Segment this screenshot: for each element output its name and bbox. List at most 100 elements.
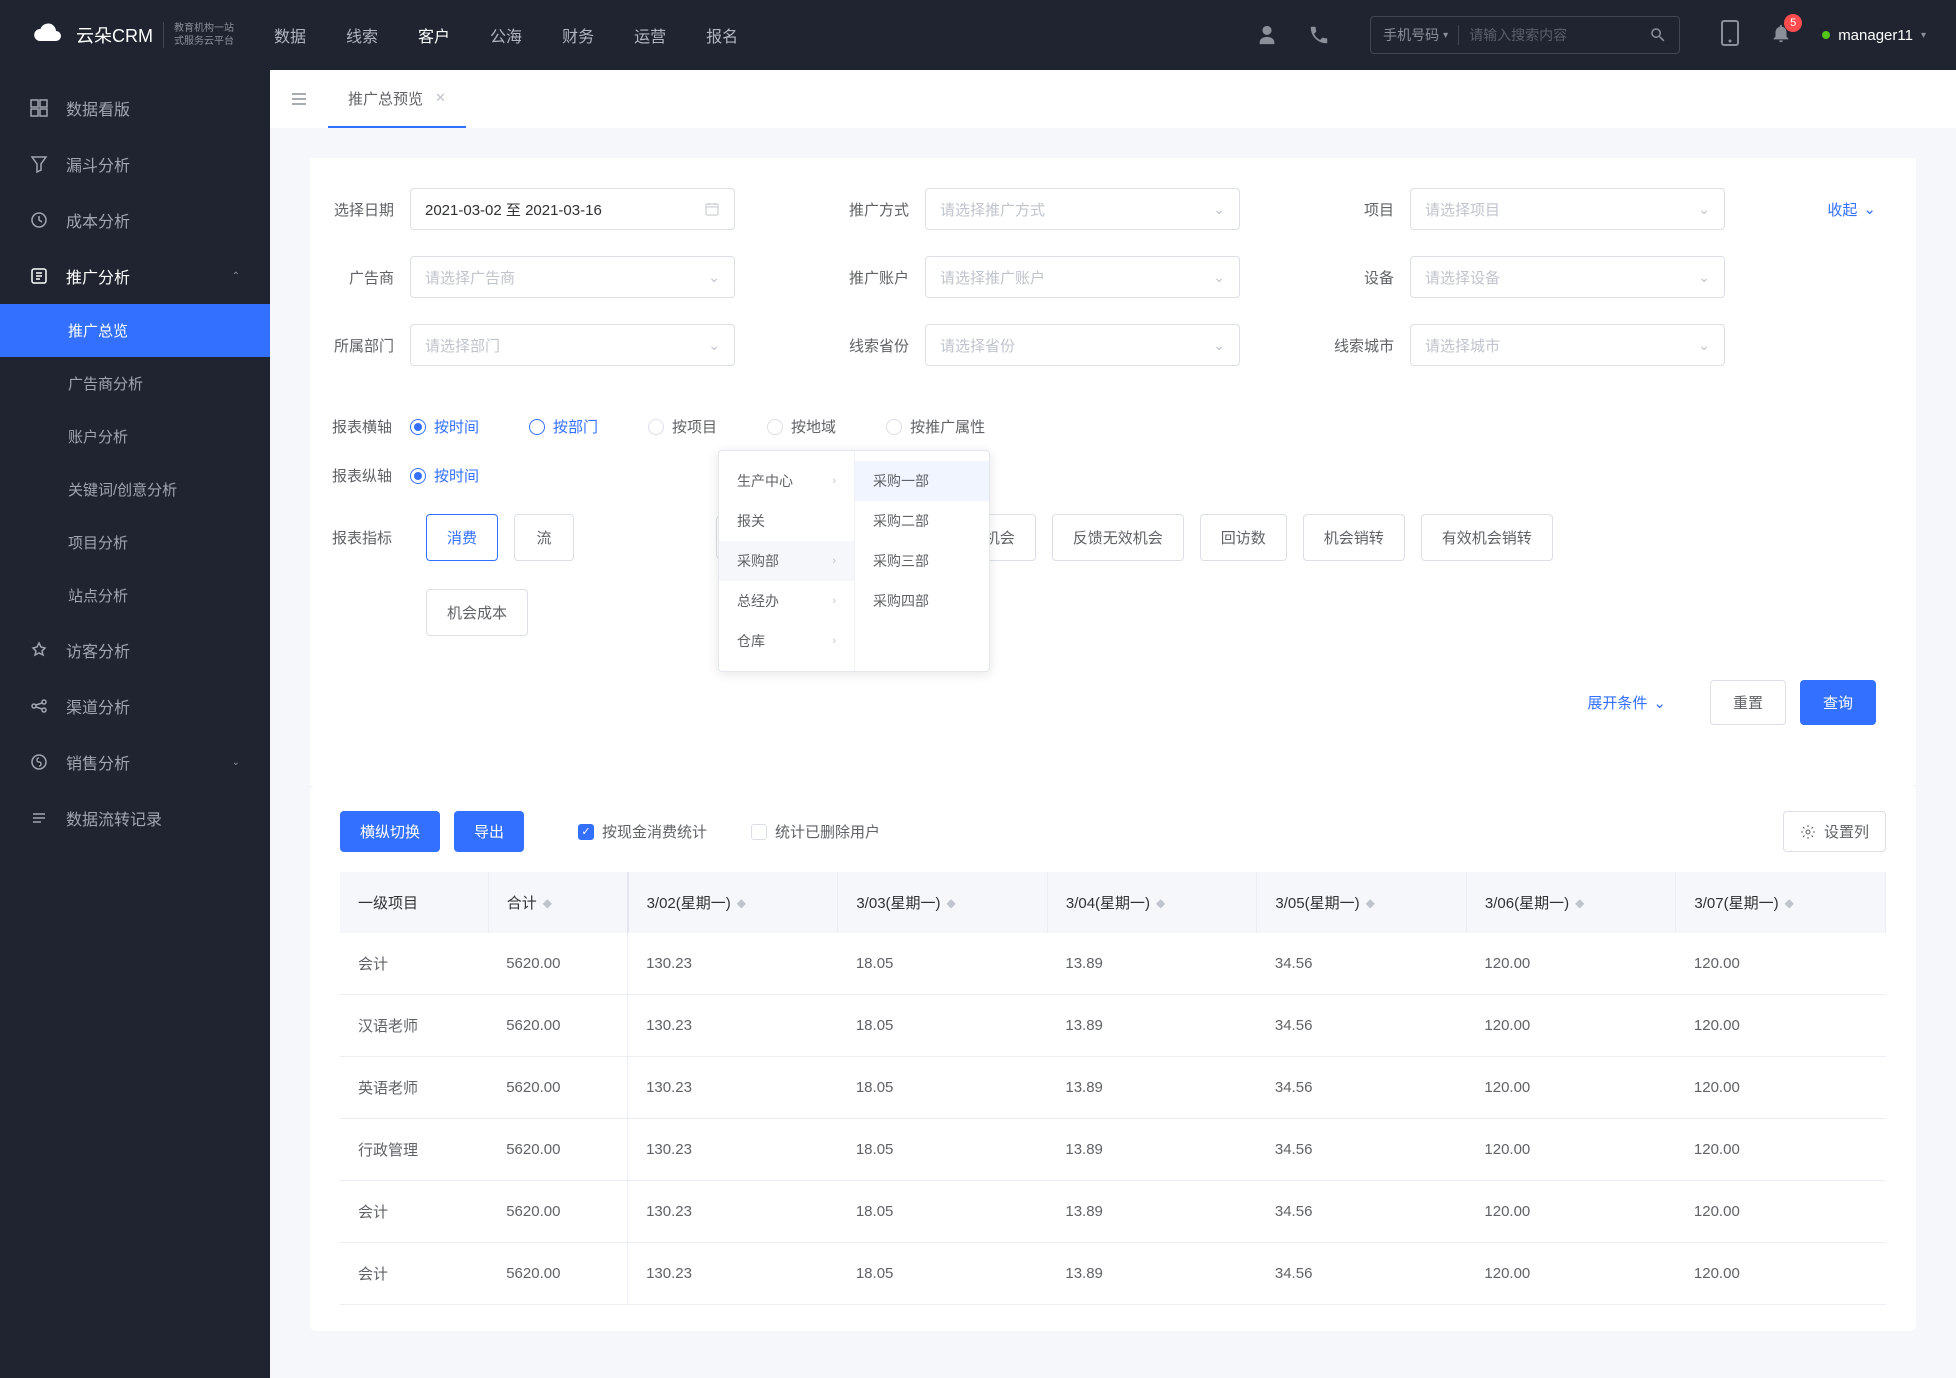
sidebar-item-keyword[interactable]: 关键词/创意分析 — [0, 463, 270, 516]
th-d6[interactable]: 3/07(星期一)◆ — [1676, 872, 1886, 933]
checkbox-deleted[interactable]: 统计已删除用户 — [751, 821, 880, 842]
radio-h-project[interactable]: 按项目 — [648, 416, 717, 437]
cloud-icon — [30, 17, 66, 53]
th-d1[interactable]: 3/02(星期一)◆ — [628, 872, 838, 933]
menu-purchase-4[interactable]: 采购四部 — [855, 581, 989, 621]
metric-invalid[interactable]: 反馈无效机会 — [1052, 514, 1184, 561]
nav-leads[interactable]: 线索 — [346, 23, 378, 47]
close-icon[interactable]: ✕ — [435, 90, 446, 106]
sidebar-item-promo[interactable]: 推广分析 ⌃ — [0, 248, 270, 304]
sidebar-item-dashboard[interactable]: 数据看版 — [0, 80, 270, 136]
sidebar-item-cost[interactable]: 成本分析 — [0, 192, 270, 248]
date-picker[interactable]: 2021-03-02 至 2021-03-16 — [410, 188, 735, 230]
reset-button[interactable]: 重置 — [1710, 680, 1786, 725]
sidebar-item-account[interactable]: 账户分析 — [0, 410, 270, 463]
metric-label: 报表指标 — [310, 527, 410, 548]
th-d3[interactable]: 3/04(星期一)◆ — [1047, 872, 1257, 933]
sidebar-item-advertiser[interactable]: 广告商分析 — [0, 357, 270, 410]
radio-v-time[interactable]: 按时间 — [410, 465, 479, 486]
nav-enroll[interactable]: 报名 — [706, 23, 738, 47]
user-menu[interactable]: manager11 ▾ — [1822, 27, 1926, 44]
search-type-select[interactable]: 手机号码 ▾ — [1383, 25, 1459, 45]
checkbox-cash[interactable]: 按现金消费统计 — [578, 821, 707, 842]
menu-purchase-3[interactable]: 采购三部 — [855, 541, 989, 581]
radio-h-attr[interactable]: 按推广属性 — [886, 416, 985, 437]
nav-operations[interactable]: 运营 — [634, 23, 666, 47]
th-d2[interactable]: 3/03(星期一)◆ — [838, 872, 1048, 933]
device-label: 设备 — [1330, 267, 1410, 288]
table-cell: 13.89 — [1047, 933, 1257, 995]
chevron-down-icon: ⌄ — [708, 269, 720, 286]
chevron-up-icon: ⌃ — [232, 271, 240, 282]
sidebar-item-sales[interactable]: 销售分析 ⌄ — [0, 734, 270, 790]
logo[interactable]: 云朵CRM 教育机构一站 式服务云平台 — [30, 17, 234, 53]
province-select[interactable]: 请选择省份 ⌄ — [925, 324, 1240, 366]
nav-customers[interactable]: 客户 — [418, 23, 450, 47]
table-cell: 13.89 — [1047, 1243, 1257, 1305]
metric-spend[interactable]: 消费 — [426, 514, 498, 561]
th-d5[interactable]: 3/06(星期一)◆ — [1466, 872, 1676, 933]
nav-public[interactable]: 公海 — [490, 23, 522, 47]
project-select[interactable]: 请选择项目 ⌄ — [1410, 188, 1725, 230]
radio-h-time[interactable]: 按时间 — [410, 416, 479, 437]
menu-production[interactable]: 生产中心› — [719, 461, 854, 501]
radio-h-region[interactable]: 按地域 — [767, 416, 836, 437]
table-cell: 120.00 — [1466, 933, 1676, 995]
config-columns[interactable]: 设置列 — [1783, 811, 1886, 852]
metric-oppconv[interactable]: 机会销转 — [1303, 514, 1405, 561]
menu-purchase-2[interactable]: 采购二部 — [855, 501, 989, 541]
chevron-down-icon: ▾ — [1443, 30, 1448, 41]
tab-promo-overview[interactable]: 推广总预览 ✕ — [328, 70, 466, 128]
advertiser-select[interactable]: 请选择广告商 ⌄ — [410, 256, 735, 298]
metric-revisit[interactable]: 回访数 — [1200, 514, 1287, 561]
metric-flow[interactable]: 流 — [514, 514, 574, 561]
th-d4[interactable]: 3/05(星期一)◆ — [1257, 872, 1467, 933]
export-button[interactable]: 导出 — [454, 811, 524, 852]
dept-dropdown: 生产中心› 报关 采购部› 总经办› 仓库› 采购一部 采购二部 采购三部 采购… — [718, 450, 990, 672]
radio-h-dept[interactable]: 按部门 — [529, 416, 598, 437]
account-select[interactable]: 请选择推广账户 ⌄ — [925, 256, 1240, 298]
sidebar-item-project[interactable]: 项目分析 — [0, 516, 270, 569]
menu-purchase-1[interactable]: 采购一部 — [855, 461, 989, 501]
chevron-down-icon: ⌄ — [1863, 200, 1876, 218]
sidebar-item-site[interactable]: 站点分析 — [0, 569, 270, 622]
query-button[interactable]: 查询 — [1800, 680, 1876, 725]
nav-finance[interactable]: 财务 — [562, 23, 594, 47]
method-select[interactable]: 请选择推广方式 ⌄ — [925, 188, 1240, 230]
mobile-icon[interactable] — [1720, 20, 1740, 51]
sidebar-item-channel[interactable]: 渠道分析 — [0, 678, 270, 734]
metric-validconv[interactable]: 有效机会销转 — [1421, 514, 1553, 561]
th-total[interactable]: 合计◆ — [488, 872, 627, 933]
table-row: 会计5620.00130.2318.0513.8934.56120.00120.… — [340, 1243, 1886, 1305]
dept-select[interactable]: 请选择部门 ⌄ — [410, 324, 735, 366]
sidebar-item-promo-overview[interactable]: 推广总览 — [0, 304, 270, 357]
sort-icon: ◆ — [737, 896, 746, 910]
bell-icon[interactable]: 5 — [1770, 22, 1792, 49]
sidebar-item-funnel[interactable]: 漏斗分析 — [0, 136, 270, 192]
menu-customs[interactable]: 报关 — [719, 501, 854, 541]
nav-data[interactable]: 数据 — [274, 23, 306, 47]
menu-purchase[interactable]: 采购部› — [719, 541, 854, 581]
search-icon[interactable] — [1649, 26, 1667, 44]
city-select[interactable]: 请选择城市 ⌄ — [1410, 324, 1725, 366]
chevron-right-icon: › — [832, 635, 836, 647]
hamburger-icon[interactable] — [290, 90, 308, 108]
device-select[interactable]: 请选择设备 ⌄ — [1410, 256, 1725, 298]
search-input[interactable] — [1469, 27, 1639, 43]
collapse-toggle[interactable]: 收起 ⌄ — [1827, 199, 1916, 220]
menu-warehouse[interactable]: 仓库› — [719, 621, 854, 661]
method-label: 推广方式 — [825, 199, 925, 220]
phone-icon[interactable] — [1308, 24, 1330, 46]
v-axis-label: 报表纵轴 — [310, 465, 410, 486]
user-icon[interactable] — [1256, 24, 1278, 46]
table-cell: 120.00 — [1676, 1119, 1886, 1181]
th-project[interactable]: 一级项目 — [340, 872, 488, 933]
cost-icon — [30, 211, 48, 229]
sidebar-item-flow[interactable]: 数据流转记录 — [0, 790, 270, 846]
switch-button[interactable]: 横纵切换 — [340, 811, 440, 852]
expand-conditions[interactable]: 展开条件 ⌄ — [1587, 692, 1666, 713]
data-table: 一级项目 合计◆ 3/02(星期一)◆ 3/03(星期一)◆ 3/04(星期一)… — [340, 872, 1886, 1305]
menu-gm[interactable]: 总经办› — [719, 581, 854, 621]
metric-oppcost[interactable]: 机会成本 — [426, 589, 528, 636]
sidebar-item-visitor[interactable]: 访客分析 — [0, 622, 270, 678]
